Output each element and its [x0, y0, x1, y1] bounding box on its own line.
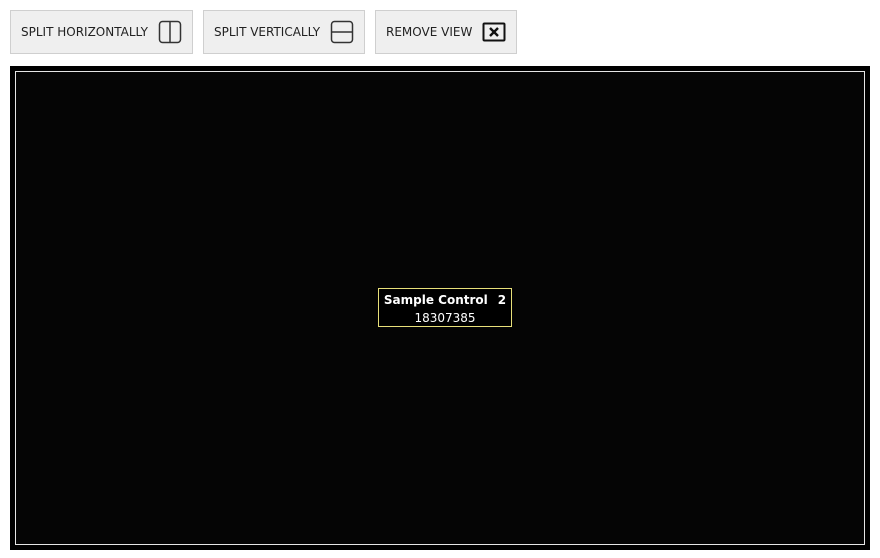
view-panel[interactable]: Sample Control 2 18307385	[10, 66, 870, 550]
split-vertical-icon	[330, 20, 354, 44]
control-index: 2	[497, 293, 507, 307]
remove-view-label: REMOVE VIEW	[386, 25, 473, 39]
control-value: 18307385	[414, 311, 476, 325]
split-horizontally-label: SPLIT HORIZONTALLY	[21, 25, 148, 39]
control-header: Sample Control 2	[379, 293, 511, 307]
view-area[interactable]: Sample Control 2 18307385	[15, 71, 865, 545]
split-vertically-button[interactable]: SPLIT VERTICALLY	[203, 10, 365, 54]
split-horizontally-button[interactable]: SPLIT HORIZONTALLY	[10, 10, 193, 54]
control-title: Sample Control	[383, 293, 488, 307]
toolbar: SPLIT HORIZONTALLY SPLIT VERTICALLY REMO…	[0, 0, 880, 66]
split-horizontal-icon	[158, 20, 182, 44]
sample-control-widget[interactable]: Sample Control 2 18307385	[378, 288, 512, 327]
close-box-icon	[482, 22, 506, 42]
remove-view-button[interactable]: REMOVE VIEW	[375, 10, 517, 54]
split-vertically-label: SPLIT VERTICALLY	[214, 25, 321, 39]
